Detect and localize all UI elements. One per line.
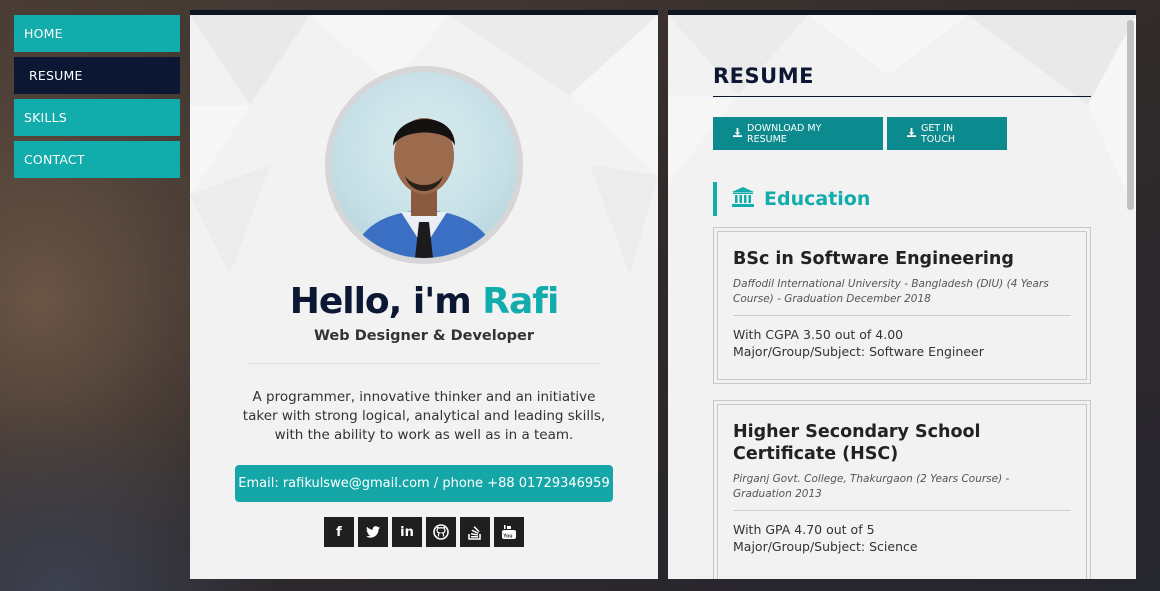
title-underline — [713, 96, 1091, 97]
grade-text: With GPA 4.70 out of 5 — [733, 522, 875, 537]
svg-text:You: You — [503, 533, 512, 539]
nav-home[interactable]: HOME — [14, 15, 180, 52]
resume-panel: RESUME DOWNLOAD MY RESUME GET IN TOUCH E… — [668, 10, 1136, 579]
avatar — [331, 72, 517, 258]
greeting-text: Hello, i'm — [289, 281, 483, 322]
education-heading: Education — [713, 182, 870, 216]
nav-resume[interactable]: RESUME — [14, 57, 180, 94]
stackoverflow-icon[interactable] — [460, 517, 490, 547]
profile-subtitle: Web Designer & Developer — [313, 328, 535, 344]
download-resume-button[interactable]: DOWNLOAD MY RESUME — [713, 117, 883, 150]
profile-bio: A programmer, innovative thinker and an … — [242, 389, 606, 443]
youtube-icon[interactable]: You — [494, 517, 524, 547]
grade-text: With CGPA 3.50 out of 4.00 — [733, 327, 904, 342]
institution-text: Daffodil International University - Bang… — [733, 278, 1049, 305]
scrollbar[interactable] — [1127, 20, 1134, 210]
profile-panel: Hello, i'm Rafi Web Designer & Developer… — [190, 10, 658, 579]
download-icon — [907, 127, 916, 140]
major-text: Major/Group/Subject: Software Engineer — [733, 344, 984, 359]
page-title: RESUME — [713, 64, 814, 88]
hero-greeting: Hello, i'm Rafi — [190, 281, 658, 322]
contact-info-button[interactable]: Email: rafikulswe@gmail.com / phone +88 … — [235, 465, 613, 502]
degree-title: BSc in Software Engineering — [733, 249, 1014, 269]
degree-title: Higher Secondary School Certificate (HSC… — [733, 422, 981, 464]
card-divider — [733, 510, 1071, 511]
card-divider — [733, 315, 1071, 316]
facebook-icon[interactable]: f — [324, 517, 354, 547]
education-label: Education — [764, 188, 871, 210]
profile-photo — [351, 118, 497, 258]
social-links: f in You — [324, 517, 524, 547]
avatar-frame — [325, 66, 523, 264]
major-text: Major/Group/Subject: Science — [733, 539, 918, 554]
education-card: BSc in Software Engineering Daffodil Int… — [713, 227, 1091, 384]
greeting-name: Rafi — [482, 281, 559, 322]
institution-text: Pirganj Govt. College, Thakurgaon (2 Yea… — [733, 473, 1010, 500]
divider — [248, 363, 600, 364]
action-buttons: DOWNLOAD MY RESUME GET IN TOUCH — [713, 117, 1007, 150]
nav-skills[interactable]: SKILLS — [14, 99, 180, 136]
download-label: DOWNLOAD MY RESUME — [747, 122, 822, 145]
main-nav: HOME RESUME SKILLS CONTACT — [14, 15, 180, 183]
twitter-icon[interactable] — [358, 517, 388, 547]
education-card: Higher Secondary School Certificate (HSC… — [713, 400, 1091, 579]
bank-icon — [732, 187, 754, 211]
get-in-touch-label: GET IN TOUCH — [921, 122, 956, 145]
get-in-touch-button[interactable]: GET IN TOUCH — [887, 117, 1007, 150]
linkedin-icon[interactable]: in — [392, 517, 422, 547]
nav-contact[interactable]: CONTACT — [14, 141, 180, 178]
download-icon — [733, 127, 742, 140]
github-icon[interactable] — [426, 517, 456, 547]
